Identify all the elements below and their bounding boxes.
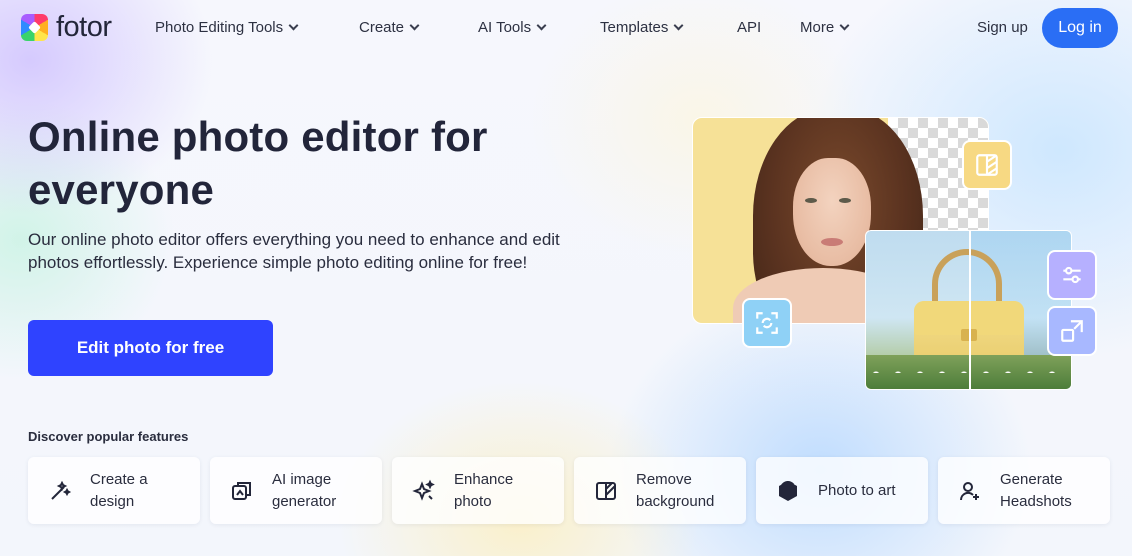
sparkle-enhance-icon bbox=[412, 479, 435, 501]
nav-photo-editing-tools[interactable]: Photo Editing Tools bbox=[155, 19, 299, 36]
upscale-icon bbox=[1047, 306, 1097, 356]
feature-label: Enhance photo bbox=[454, 470, 514, 510]
feature-label: Generate Headshots bbox=[1000, 470, 1072, 510]
feature-label: Photo to art bbox=[818, 481, 896, 499]
feature-photo-to-art[interactable]: Photo to art bbox=[756, 457, 928, 524]
handbag-image bbox=[865, 230, 1072, 390]
chevron-down-icon bbox=[409, 20, 420, 31]
magic-wand-icon bbox=[51, 480, 72, 500]
feature-enhance-photo[interactable]: Enhance photo bbox=[392, 457, 564, 524]
compare-divider bbox=[969, 231, 971, 389]
feature-remove-background[interactable]: Remove background bbox=[574, 457, 746, 524]
hero-subtitle: Our online photo editor offers everythin… bbox=[28, 230, 560, 272]
feature-label: Create a design bbox=[90, 470, 148, 510]
nav-more[interactable]: More bbox=[800, 19, 850, 36]
log-in-button[interactable]: Log in bbox=[1042, 8, 1118, 48]
adjust-sliders-icon bbox=[1047, 250, 1097, 300]
user-plus-icon bbox=[959, 481, 979, 500]
nav-api[interactable]: API bbox=[737, 19, 761, 36]
edit-photo-button[interactable]: Edit photo for free bbox=[28, 320, 273, 376]
ai-image-icon bbox=[232, 481, 251, 500]
feature-create-design[interactable]: Create a design bbox=[28, 457, 200, 524]
fotor-logo-icon bbox=[21, 14, 48, 41]
nav-ai-tools[interactable]: AI Tools bbox=[478, 19, 547, 36]
nav-label: More bbox=[800, 19, 835, 36]
nav-label: Create bbox=[359, 19, 405, 36]
feature-label: AI image generator bbox=[272, 470, 337, 510]
nav-label: AI Tools bbox=[478, 19, 532, 36]
brand-name: fotor bbox=[56, 11, 112, 43]
top-navigation: fotor Photo Editing Tools Create AI Tool… bbox=[0, 0, 1132, 56]
chevron-down-icon bbox=[673, 20, 684, 31]
background-remove-icon bbox=[962, 140, 1012, 190]
smart-crop-icon bbox=[742, 298, 792, 348]
features-heading: Discover popular features bbox=[28, 429, 189, 444]
feature-label: Remove background bbox=[636, 470, 715, 510]
page-title: Online photo editor for everyone bbox=[28, 113, 488, 213]
art-g-icon bbox=[779, 480, 797, 501]
nav-templates[interactable]: Templates bbox=[600, 19, 684, 36]
remove-bg-icon bbox=[596, 481, 616, 500]
chevron-down-icon bbox=[839, 20, 850, 31]
chevron-down-icon bbox=[288, 20, 299, 31]
feature-generate-headshots[interactable]: Generate Headshots bbox=[938, 457, 1110, 524]
logo[interactable]: fotor bbox=[21, 13, 112, 42]
nav-label: Photo Editing Tools bbox=[155, 19, 284, 36]
feature-ai-image-generator[interactable]: AI image generator bbox=[210, 457, 382, 524]
sign-up-link[interactable]: Sign up bbox=[977, 19, 1028, 36]
nav-label: Templates bbox=[600, 19, 669, 36]
nav-label: API bbox=[737, 19, 762, 36]
chevron-down-icon bbox=[536, 20, 547, 31]
nav-create[interactable]: Create bbox=[359, 19, 420, 36]
